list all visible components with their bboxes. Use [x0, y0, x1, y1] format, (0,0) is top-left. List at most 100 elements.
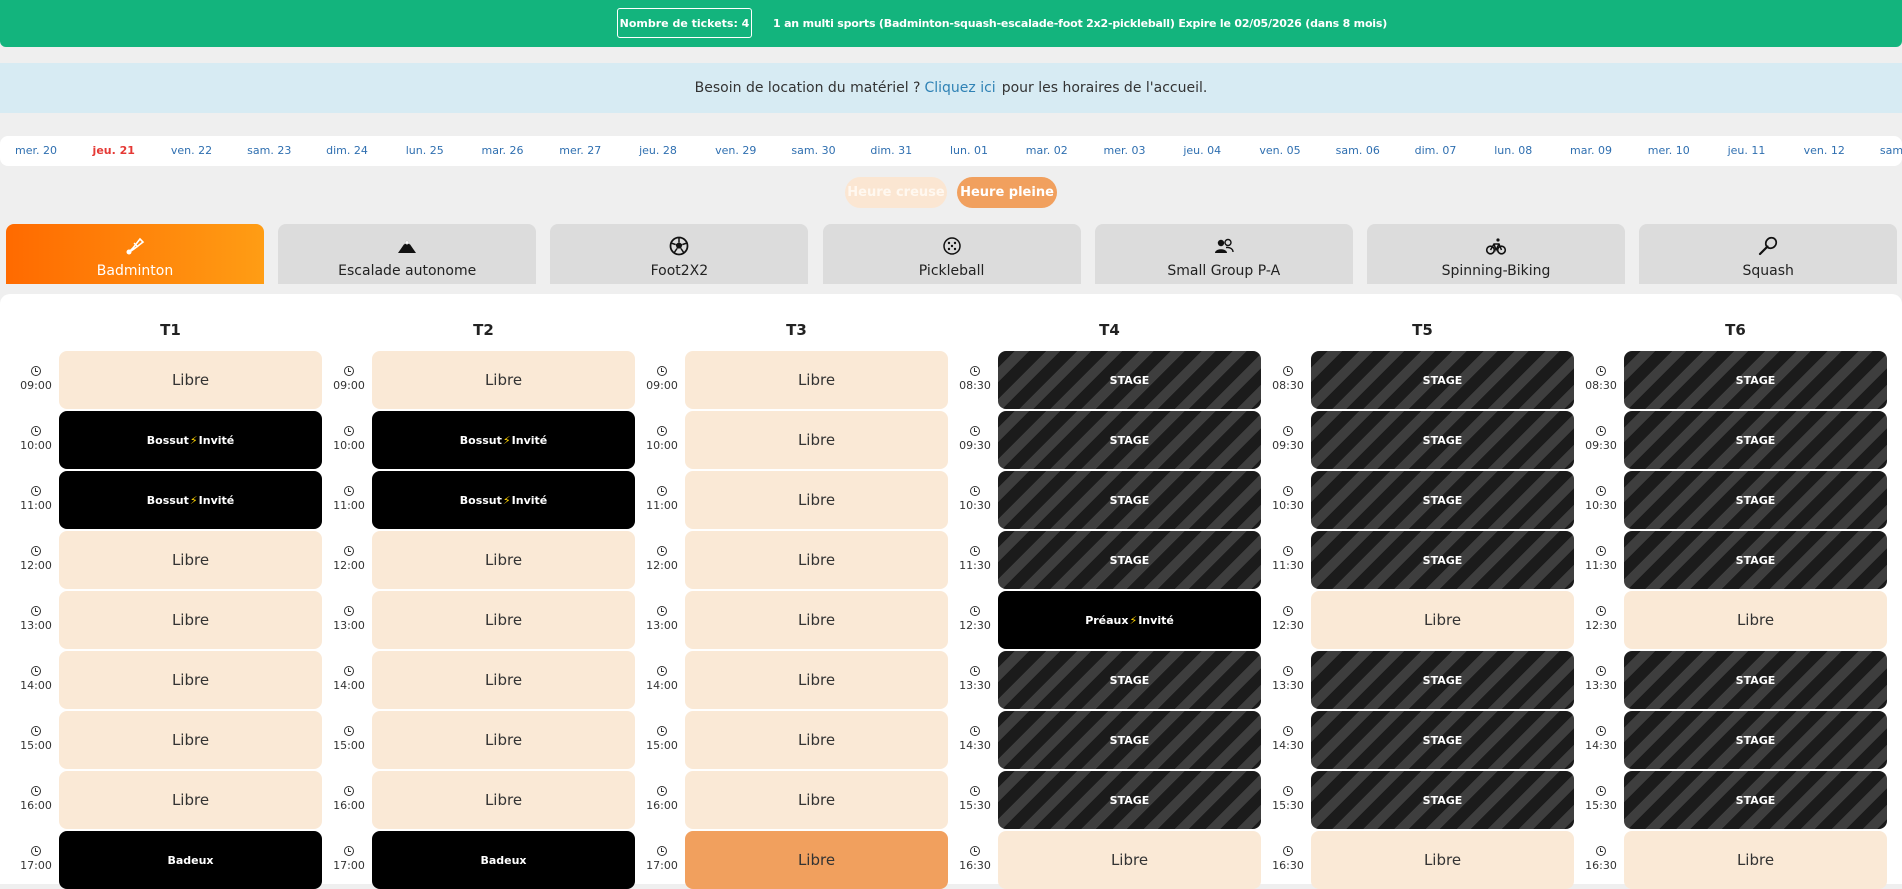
free-slot[interactable]: Libre [372, 711, 635, 769]
free-slot[interactable]: Libre [1624, 831, 1887, 889]
free-slot[interactable]: Libre [372, 531, 635, 589]
banner-link[interactable]: Cliquez ici [924, 80, 995, 96]
slot-time: 12:00 [329, 546, 369, 572]
tab-pickleball[interactable]: Pickleball [822, 224, 1081, 284]
tab-squash[interactable]: Squash [1639, 224, 1898, 284]
free-slot[interactable]: Libre [685, 711, 948, 769]
date-item[interactable]: mer. 03 [1104, 136, 1146, 166]
tab-escalade-autonome[interactable]: Escalade autonome [278, 224, 537, 284]
clock-icon [970, 426, 980, 436]
clock-icon [1283, 726, 1293, 736]
date-item[interactable]: dim. 31 [870, 136, 912, 166]
slot-status: STAGE [1735, 793, 1776, 807]
date-strip: mer. 20 jeu. 21 ven. 22 sam. 23 dim. 24 lun. … [0, 136, 1902, 166]
free-slot[interactable]: Libre [1311, 831, 1574, 889]
date-item[interactable]: dim. 07 [1415, 136, 1457, 166]
date-item[interactable]: jeu. 11 [1728, 136, 1766, 166]
date-item[interactable]: jeu. 21 [93, 136, 135, 166]
time-label: 11:30 [959, 559, 991, 572]
tab-badminton[interactable]: Badminton [6, 224, 264, 284]
free-slot[interactable]: Libre [685, 471, 948, 529]
free-slot[interactable]: Libre [59, 531, 322, 589]
date-item[interactable]: mer. 10 [1648, 136, 1690, 166]
stage-slot: STAGE [1311, 771, 1574, 829]
clock-icon [970, 666, 980, 676]
date-item[interactable]: ven. 12 [1804, 136, 1845, 166]
slot-time: 10:30 [1268, 486, 1308, 512]
date-item[interactable]: sam. 23 [247, 136, 291, 166]
slot-status: STAGE [1735, 433, 1776, 447]
date-item[interactable]: mer. 27 [559, 136, 601, 166]
slot-time: 11:00 [642, 486, 682, 512]
date-item[interactable]: jeu. 04 [1183, 136, 1221, 166]
free-slot[interactable]: Libre [372, 771, 635, 829]
guest-label: Invité [198, 493, 235, 507]
free-slot[interactable]: Libre [998, 831, 1261, 889]
slot-status: STAGE [1109, 493, 1150, 507]
booked-slot: Bossut ⚡ Invité [372, 471, 635, 529]
free-slot[interactable]: Libre [1311, 591, 1574, 649]
tab-label: Small Group P-A [1167, 263, 1281, 279]
free-slot[interactable]: Libre [685, 351, 948, 409]
free-slot[interactable]: Libre [685, 591, 948, 649]
slot-time: 09:30 [1268, 426, 1308, 452]
clock-icon [1283, 426, 1293, 436]
date-item[interactable]: sam. 30 [791, 136, 835, 166]
date-item[interactable]: mar. 26 [482, 136, 524, 166]
clock-icon [344, 546, 354, 556]
free-slot[interactable]: Libre [685, 531, 948, 589]
time-label: 14:00 [20, 679, 52, 692]
time-label: 13:30 [1585, 679, 1617, 692]
date-item[interactable]: dim. 24 [326, 136, 368, 166]
date-item[interactable]: lun. 01 [950, 136, 988, 166]
tab-foot2x2[interactable]: Foot2X2 [550, 224, 809, 284]
date-item[interactable]: jeu. 28 [639, 136, 677, 166]
slot-status: Libre [171, 671, 210, 689]
slot-time: 12:30 [1268, 606, 1308, 632]
tab-spinning-biking[interactable]: Spinning-Biking [1367, 224, 1625, 284]
free-slot[interactable]: Libre [59, 711, 322, 769]
slot-status: STAGE [1109, 793, 1150, 807]
clock-icon [1596, 606, 1606, 616]
free-slot[interactable]: Libre [59, 591, 322, 649]
date-item[interactable]: ven. 29 [715, 136, 756, 166]
free-slot[interactable]: Libre [59, 771, 322, 829]
pickleball-icon [941, 235, 963, 257]
date-item[interactable]: mar. 09 [1570, 136, 1612, 166]
free-slot[interactable]: Libre [372, 591, 635, 649]
clock-icon [1596, 426, 1606, 436]
free-slot[interactable]: Libre [685, 411, 948, 469]
slot-time: 16:00 [16, 786, 56, 812]
tab-small-group-p-a[interactable]: Small Group P-A [1094, 224, 1353, 284]
slot-time: 12:00 [16, 546, 56, 572]
date-item[interactable]: ven. 22 [171, 136, 212, 166]
date-item[interactable]: sam. 13 [1880, 136, 1902, 166]
date-item[interactable]: mar. 02 [1026, 136, 1068, 166]
time-label: 10:30 [1272, 499, 1304, 512]
slot-status: Libre [171, 791, 210, 809]
date-item[interactable]: ven. 05 [1259, 136, 1300, 166]
booked-slot: Préaux ⚡ Invité [998, 591, 1261, 649]
date-item[interactable]: lun. 08 [1494, 136, 1532, 166]
time-label: 16:00 [20, 799, 52, 812]
date-item[interactable]: lun. 25 [406, 136, 444, 166]
free-slot[interactable]: Libre [372, 651, 635, 709]
guest-label: Invité [511, 433, 548, 447]
free-slot[interactable]: Libre [685, 831, 948, 889]
slot-status: Libre [797, 791, 836, 809]
banner-text-suffix: pour les horaires de l'accueil. [1001, 80, 1208, 96]
lightning-icon: ⚡ [189, 433, 198, 447]
free-slot[interactable]: Libre [372, 351, 635, 409]
free-slot[interactable]: Libre [59, 351, 322, 409]
tickets-count-button[interactable]: Nombre de tickets: 4 [617, 8, 752, 38]
free-slot[interactable]: Libre [59, 651, 322, 709]
free-slot[interactable]: Libre [1624, 591, 1887, 649]
stage-slot: STAGE [1624, 771, 1887, 829]
free-slot[interactable]: Libre [685, 771, 948, 829]
slot-time: 10:00 [329, 426, 369, 452]
date-item[interactable]: sam. 06 [1336, 136, 1380, 166]
date-item[interactable]: mer. 20 [15, 136, 57, 166]
free-slot[interactable]: Libre [685, 651, 948, 709]
time-label: 09:30 [959, 439, 991, 452]
time-label: 09:00 [20, 379, 52, 392]
